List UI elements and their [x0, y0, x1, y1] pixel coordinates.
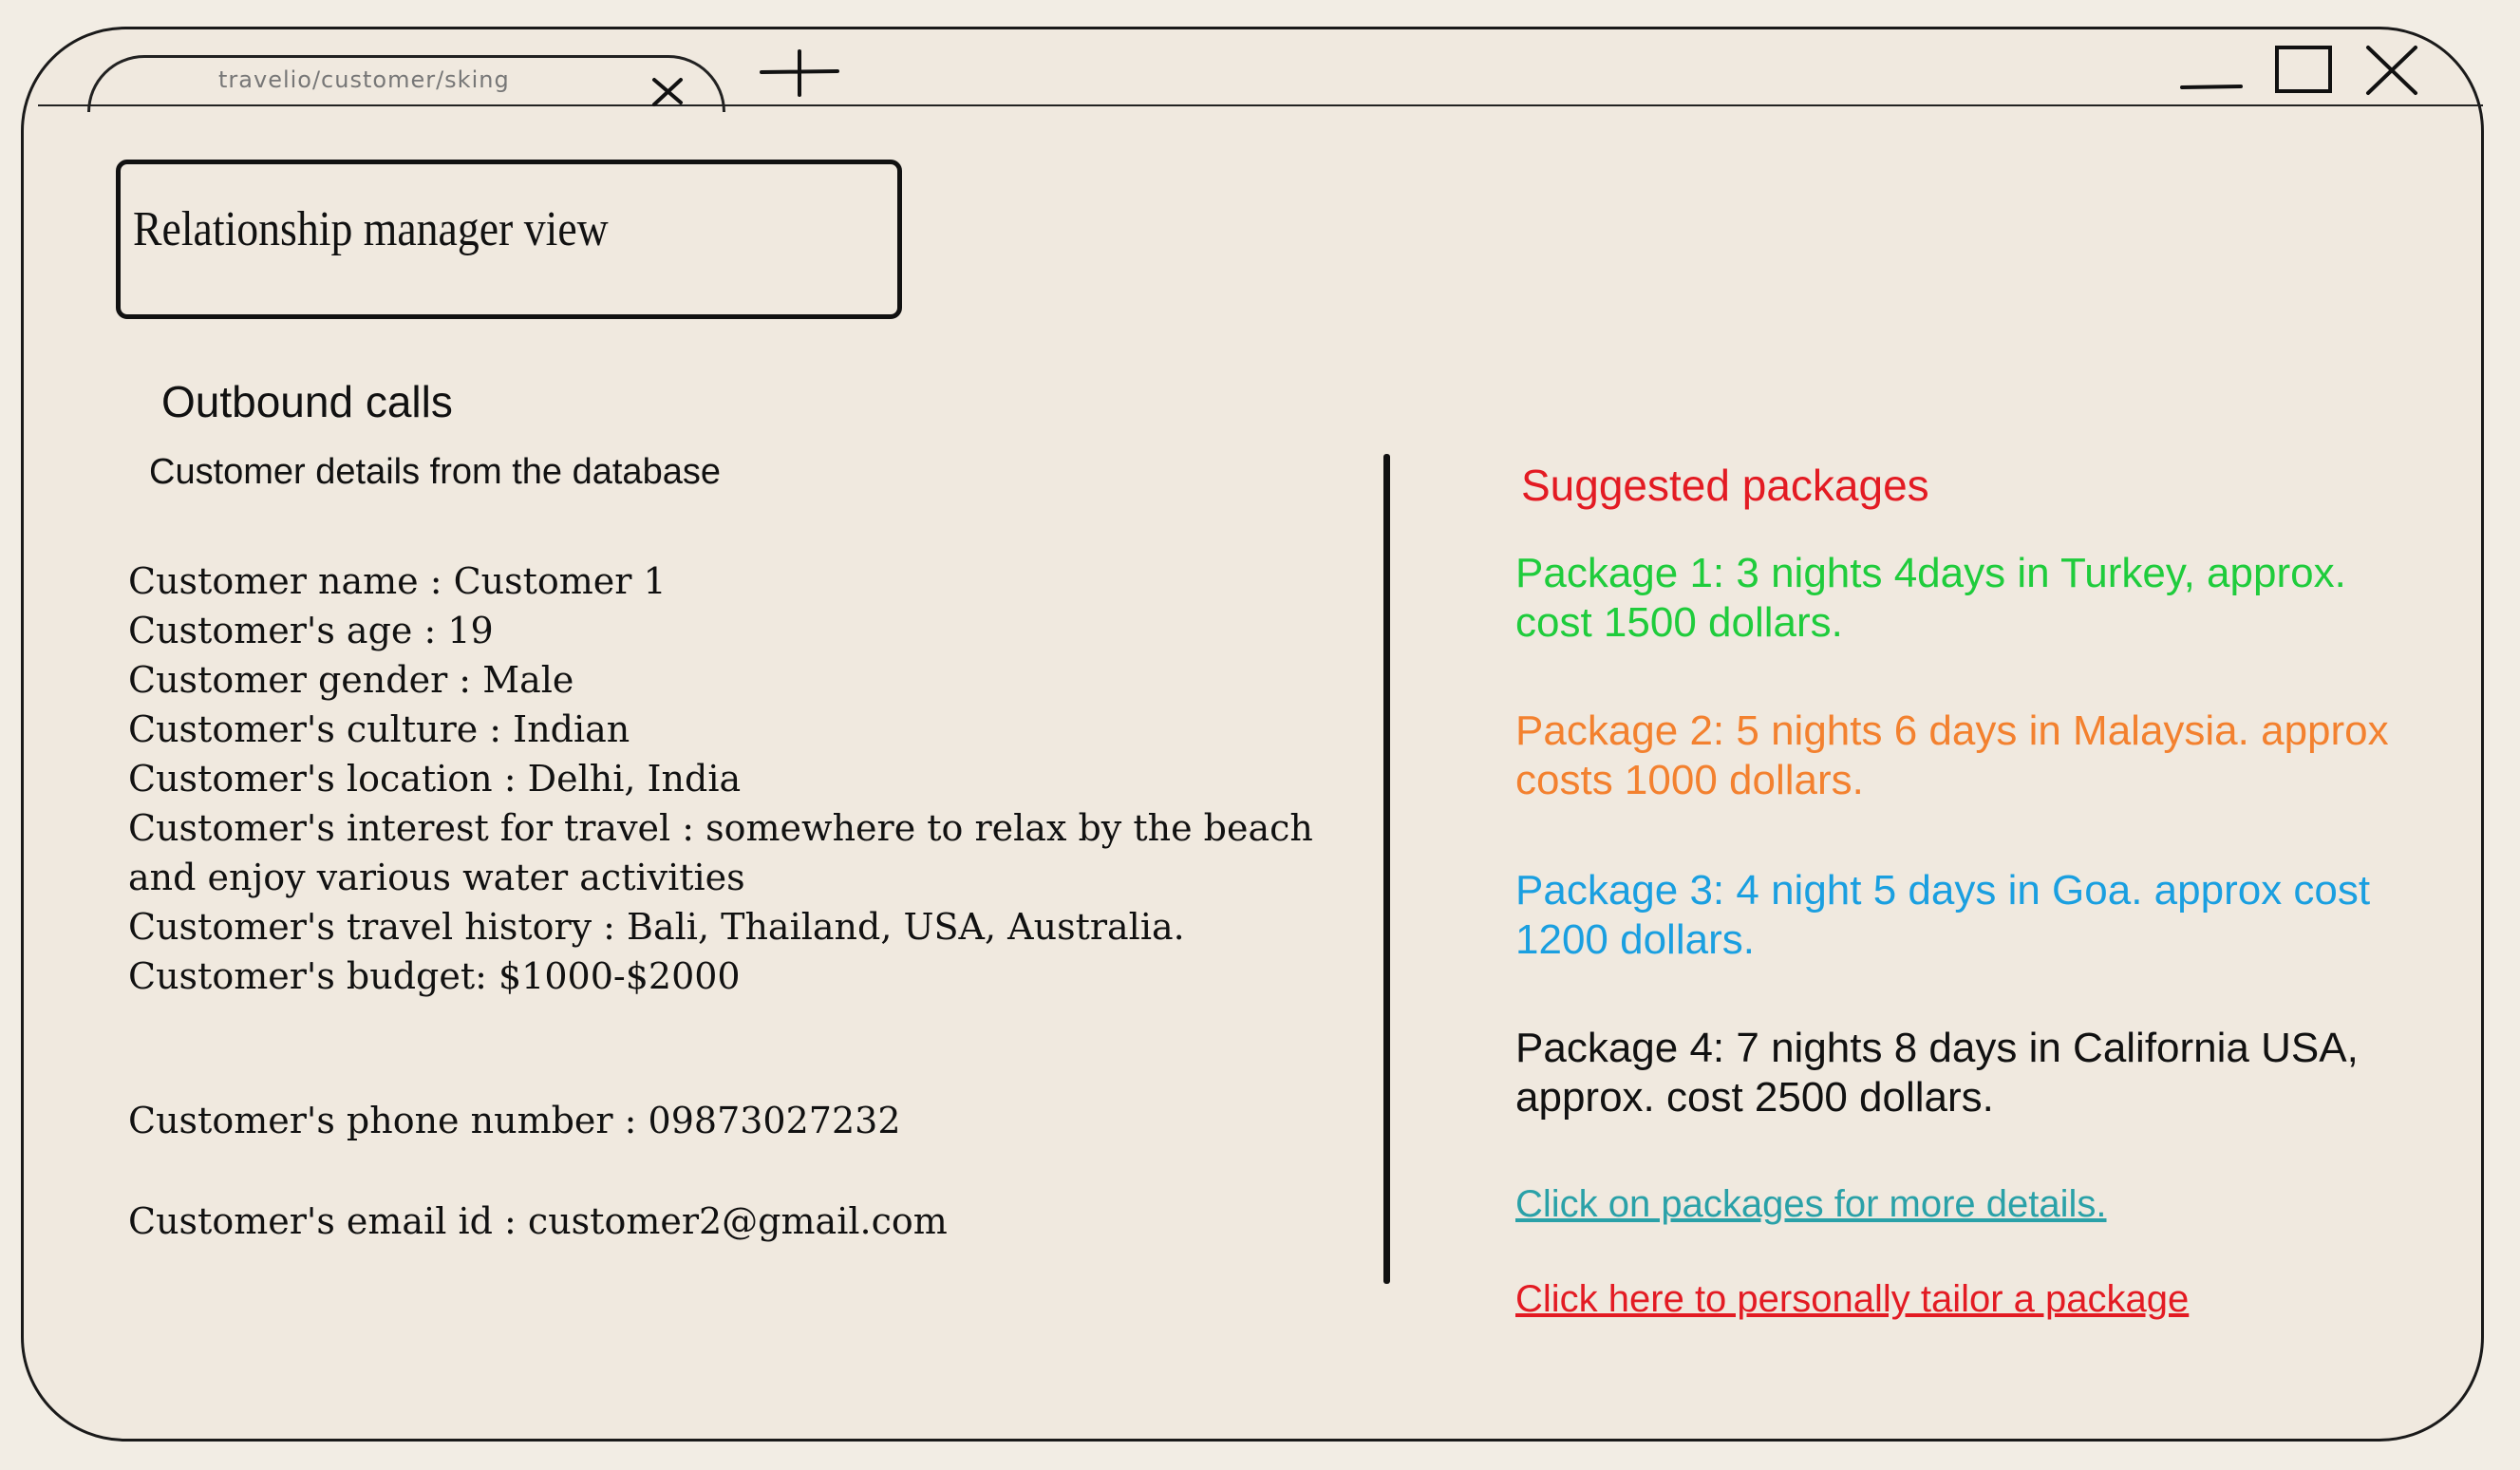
detail-location: Customer's location : Delhi, India	[128, 758, 742, 800]
page-title: Relationship manager view	[133, 202, 609, 256]
package-2[interactable]: Package 2: 5 nights 6 days in Malaysia. …	[1515, 707, 2427, 805]
detail-gender: Customer gender : Male	[128, 659, 574, 701]
detail-budget: Customer's budget: $1000-$2000	[128, 955, 741, 997]
detail-travel-history: Customer's travel history : Bali, Thaila…	[128, 906, 1185, 948]
column-divider	[1383, 454, 1390, 1284]
customer-phone: Customer's phone number : 09873027232	[128, 1100, 901, 1141]
tailor-package-link[interactable]: Click here to personally tailor a packag…	[1515, 1278, 2189, 1321]
section-subtitle: Customer details from the database	[149, 452, 721, 492]
customer-details-list: Customer name : Customer 1 Customer's ag…	[128, 556, 1363, 1001]
section-title: Outbound calls	[161, 377, 453, 426]
tab-title: travelio/customer/sking	[218, 66, 510, 93]
customer-email: Customer's email id : customer2@gmail.co…	[128, 1200, 948, 1242]
packages-heading: Suggested packages	[1521, 461, 1929, 510]
package-4[interactable]: Package 4: 7 nights 8 days in California…	[1515, 1024, 2427, 1122]
package-1[interactable]: Package 1: 3 nights 4days in Turkey, app…	[1515, 549, 2427, 648]
detail-name: Customer name : Customer 1	[128, 560, 667, 602]
close-icon[interactable]	[649, 72, 686, 110]
detail-interest: Customer's interest for travel : somewhe…	[128, 807, 1313, 898]
close-icon[interactable]	[2360, 44, 2423, 97]
maximize-icon[interactable]	[2271, 44, 2334, 97]
package-3[interactable]: Package 3: 4 night 5 days in Goa. approx…	[1515, 866, 2427, 965]
detail-age: Customer's age : 19	[128, 610, 494, 651]
detail-culture: Customer's culture : Indian	[128, 708, 630, 750]
plus-icon[interactable]	[760, 47, 839, 99]
package-details-link[interactable]: Click on packages for more details.	[1515, 1183, 2107, 1226]
minimize-icon[interactable]	[2180, 44, 2243, 97]
